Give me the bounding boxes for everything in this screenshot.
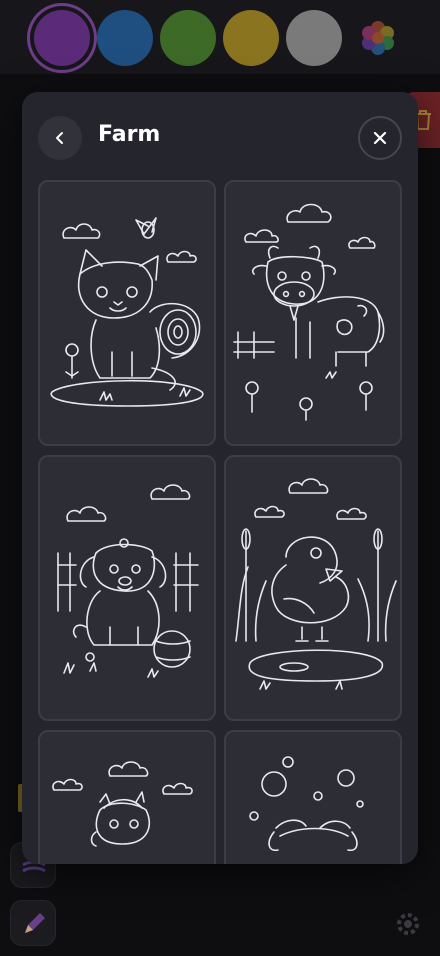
cow-line-art — [233, 203, 385, 421]
color-swatch-green[interactable] — [160, 10, 216, 66]
coloring-page-puppy[interactable] — [38, 455, 216, 721]
color-swatch-purple[interactable] — [34, 10, 90, 66]
back-button[interactable] — [38, 116, 82, 160]
color-wheel-icon[interactable] — [356, 16, 400, 60]
color-swatch-yellow[interactable] — [223, 10, 279, 66]
dialog-title: Farm — [98, 122, 161, 147]
duck-line-art — [235, 478, 397, 690]
category-dialog: Farm — [22, 92, 418, 864]
coloring-app: Farm — [0, 0, 440, 956]
gear-icon[interactable] — [394, 910, 422, 938]
color-palette — [0, 0, 440, 74]
kitten-line-art — [50, 217, 204, 407]
puppy-line-art — [57, 484, 199, 678]
color-swatch-gray[interactable] — [286, 10, 342, 66]
chevron-left-icon — [56, 132, 63, 144]
coloring-page-horse[interactable] — [38, 730, 216, 864]
color-swatch-blue[interactable] — [97, 10, 153, 66]
horse-line-art — [52, 761, 193, 847]
close-icon — [373, 131, 387, 145]
coloring-page-cow[interactable] — [224, 180, 402, 446]
pencil-button[interactable] — [10, 900, 56, 946]
pig-line-art — [249, 756, 364, 852]
coloring-page-kitten[interactable] — [38, 180, 216, 446]
dialog-header: Farm — [22, 92, 418, 180]
pencil-icon — [25, 913, 45, 933]
coloring-page-pig[interactable] — [224, 730, 402, 864]
close-button[interactable] — [358, 116, 402, 160]
coloring-page-duck[interactable] — [224, 455, 402, 721]
